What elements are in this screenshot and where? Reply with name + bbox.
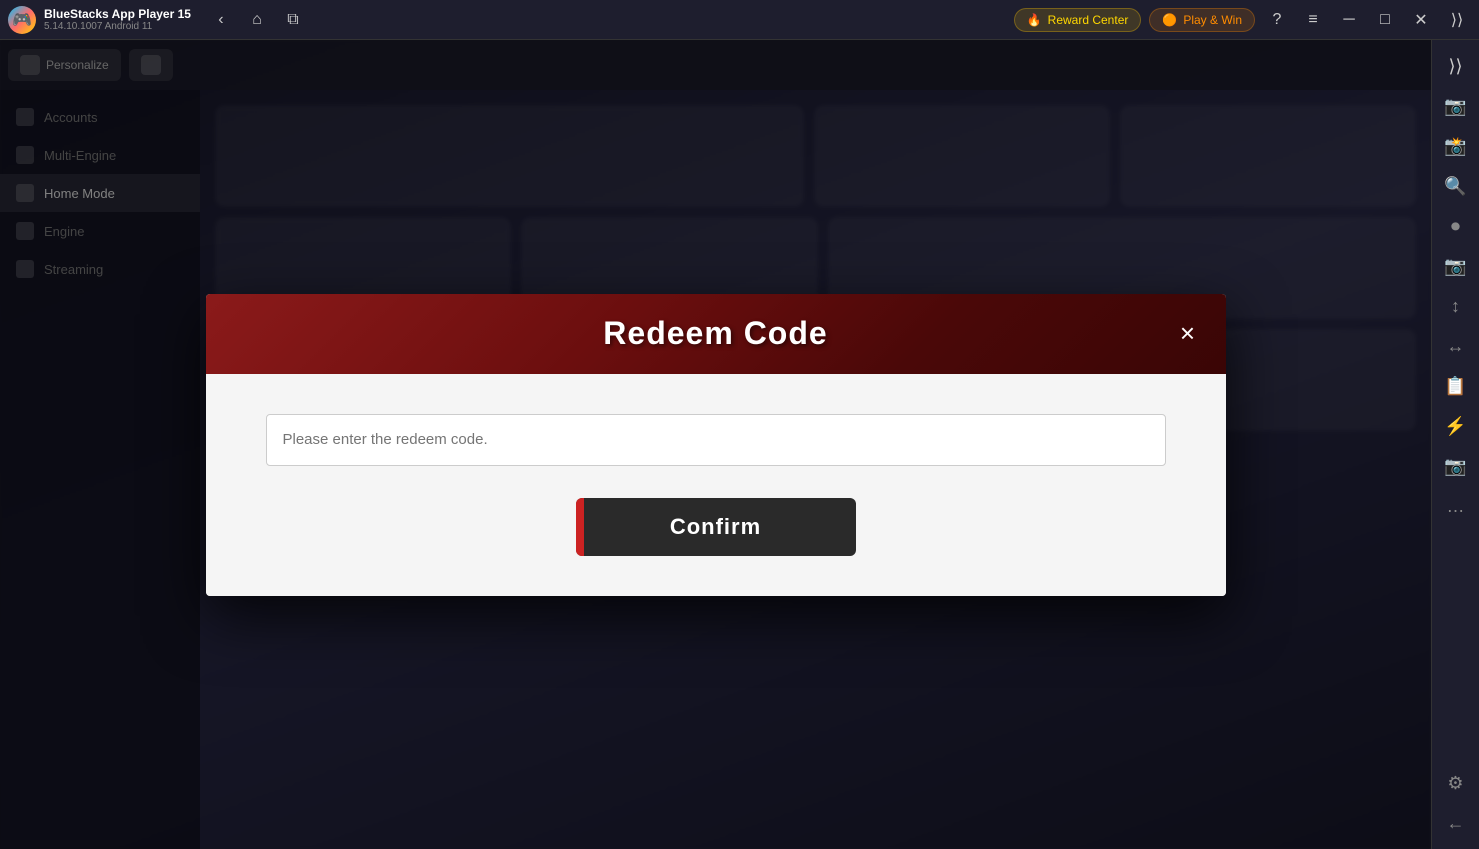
title-bar: 🎮 BlueStacks App Player 15 5.14.10.1007 … (0, 0, 1479, 40)
sidebar-camera-button[interactable]: 📷 (1438, 248, 1474, 284)
sidebar-boost-button[interactable]: ⚡ (1438, 408, 1474, 444)
back-button[interactable]: ‹ (207, 6, 235, 34)
play-win-label: Play & Win (1183, 13, 1242, 27)
confirm-button[interactable]: Confirm (576, 498, 856, 556)
sidebar-resize-h-button[interactable]: ↔ (1438, 328, 1474, 364)
app-name: BlueStacks App Player 15 (44, 7, 191, 21)
app-logo: 🎮 (8, 6, 36, 34)
confirm-button-label: Confirm (670, 514, 761, 540)
modal-header: Redeem Code × (206, 294, 1226, 374)
close-icon: × (1180, 318, 1195, 349)
sidebar-screenshot-button[interactable]: 📷 (1438, 88, 1474, 124)
reward-center-button[interactable]: 🔥 Reward Center (1014, 8, 1142, 32)
nav-buttons: ‹ ⌂ ⧉ (207, 6, 307, 34)
help-button[interactable]: ? (1263, 6, 1291, 34)
sidebar-zoom-button[interactable]: 🔍 (1438, 168, 1474, 204)
redeem-code-input[interactable] (266, 414, 1166, 466)
sidebar-resize-v-button[interactable]: ↕ (1438, 288, 1474, 324)
home-button[interactable]: ⌂ (243, 6, 271, 34)
modal-header-decoration (206, 294, 1226, 374)
sidebar-back-button[interactable]: ← (1438, 805, 1474, 841)
title-bar-right: 🔥 Reward Center 🟠 Play & Win ? ≡ ─ □ ✕ ⟩… (1014, 6, 1471, 34)
sidebar-macro-button[interactable]: 📷 (1438, 448, 1474, 484)
modal-body: Confirm (206, 374, 1226, 596)
reward-icon: 🔥 (1027, 13, 1042, 27)
modal-close-button[interactable]: × (1170, 316, 1206, 352)
play-win-button[interactable]: 🟠 Play & Win (1149, 8, 1255, 32)
right-sidebar: ⟩⟩ 📷 📸 🔍 ⏺ 📷 ↕ ↔ 📋 ⚡ 📷 … ⚙ ← (1431, 40, 1479, 849)
confirm-button-accent (576, 498, 584, 556)
minimize-button[interactable]: ─ (1335, 6, 1363, 34)
sidebar-more-button[interactable]: … (1438, 488, 1474, 524)
reward-center-label: Reward Center (1048, 13, 1129, 27)
expand-button[interactable]: ⟩⟩ (1443, 6, 1471, 34)
sidebar-screen-record-button[interactable]: 📸 (1438, 128, 1474, 164)
close-button[interactable]: ✕ (1407, 6, 1435, 34)
sidebar-record-button[interactable]: ⏺ (1438, 208, 1474, 244)
game-area: Personalize Accounts Multi-Engine Home M… (0, 40, 1431, 849)
modal-overlay[interactable]: Redeem Code × Confirm (0, 40, 1431, 849)
sidebar-expand-button[interactable]: ⟩⟩ (1438, 48, 1474, 84)
menu-button[interactable]: ≡ (1299, 6, 1327, 34)
app-version: 5.14.10.1007 Android 11 (44, 21, 191, 32)
multi-button[interactable]: ⧉ (279, 6, 307, 34)
sidebar-settings-button[interactable]: ⚙ (1438, 765, 1474, 801)
redeem-code-modal: Redeem Code × Confirm (206, 294, 1226, 596)
redeem-input-container (266, 414, 1166, 466)
app-info: BlueStacks App Player 15 5.14.10.1007 An… (44, 7, 191, 32)
play-win-icon: 🟠 (1162, 13, 1177, 27)
main-wrapper: Personalize Accounts Multi-Engine Home M… (0, 40, 1479, 849)
maximize-button[interactable]: □ (1371, 6, 1399, 34)
sidebar-clipboard-button[interactable]: 📋 (1438, 368, 1474, 404)
